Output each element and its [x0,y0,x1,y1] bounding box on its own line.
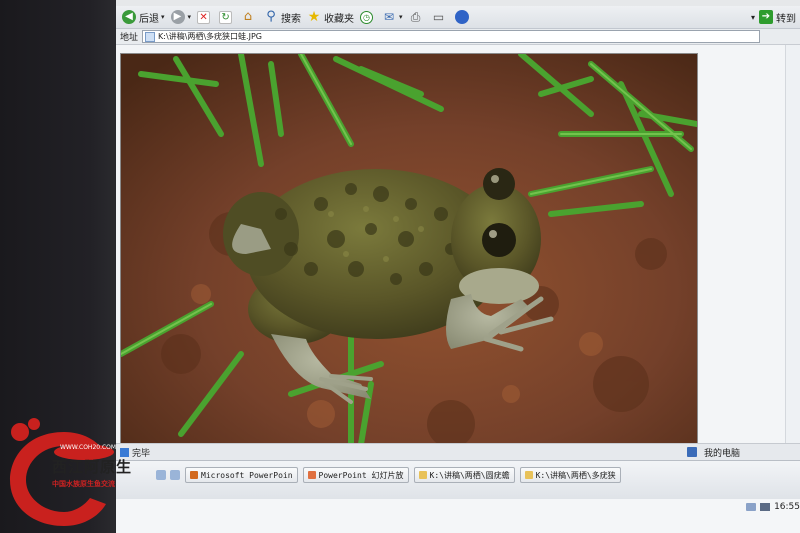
print-button[interactable]: ⎙ [409,10,426,24]
watermark-title: 西江阿原生 [52,458,133,476]
task-label: PowerPoint 幻灯片放 [318,470,404,480]
forward-button[interactable]: ▶ ▾ [170,10,192,24]
chevron-down-icon: ▾ [187,13,192,21]
address-label: 地址 [120,33,139,43]
page-icon [145,31,156,42]
task-label: Microsoft PowerPoin [201,470,293,480]
frog-photo [120,53,698,450]
vertical-scrollbar[interactable] [785,45,800,443]
slideshow-icon [307,471,316,479]
favorites-label: 收藏夹 [324,13,355,25]
chevron-down-icon: ▾ [750,12,755,22]
task-label: K:\讲稿\两栖\多疣狭 [535,470,616,480]
forward-arrow-icon: ▶ [170,10,185,24]
powerpoint-icon [190,471,198,479]
zone-label: 我的电脑 [703,448,740,459]
network-icon[interactable] [746,503,757,511]
folder-icon [524,471,533,479]
history-button[interactable]: ◷ [360,10,376,24]
go-label: 转到 [776,13,796,25]
history-icon: ◷ [360,10,374,24]
go-button[interactable]: ▾ ➔ 转到 [751,10,796,25]
computer-icon [686,447,697,457]
frog-photo-illustration [121,54,697,449]
back-label: 后退 [139,13,159,25]
star-icon: ★ [307,9,321,25]
browser-toolbar: ◀ 后退 ▾ ▶ ▾ ✕ ↻ ⌂ ⚲ 搜索 ★ 收藏夹 ◷ ✉ ▾ ⎙ ▭ ▾ … [116,6,800,29]
edit-button[interactable]: ▭ [432,10,449,24]
stop-icon: ✕ [197,10,211,24]
taskbar-item-slideshow[interactable]: PowerPoint 幻灯片放 [302,467,409,483]
address-value: K:\讲稿\两栖\多疣狭口蛙.JPG [158,32,262,41]
stop-button[interactable]: ✕ [197,10,213,24]
page-content [116,45,800,450]
refresh-icon: ↻ [219,10,233,24]
refresh-button[interactable]: ↻ [219,10,235,24]
back-button[interactable]: ◀ 后退 ▾ [122,10,165,25]
back-arrow-icon: ◀ [122,10,136,24]
taskbar-item-folder-2[interactable]: K:\讲稿\两栖\多疣狭 [519,467,621,483]
system-tray: 16:55 [746,499,800,515]
search-label: 搜索 [281,13,302,25]
messenger-icon [454,10,469,24]
favorites-button[interactable]: ★ 收藏夹 [307,10,354,25]
chevron-down-icon: ▾ [399,13,403,21]
screen: ◀ 后退 ▾ ▶ ▾ ✕ ↻ ⌂ ⚲ 搜索 ★ 收藏夹 ◷ ✉ ▾ ⎙ ▭ ▾ … [116,0,800,533]
mail-button[interactable]: ✉ ▾ [382,10,403,24]
search-button[interactable]: ⚲ 搜索 [264,10,301,25]
taskbar-item-powerpoint[interactable]: Microsoft PowerPoin [185,467,298,483]
taskbar-item-folder-1[interactable]: K:\讲稿\两栖\圆疣蟾 [413,467,515,483]
chevron-down-icon: ▾ [161,13,165,21]
address-bar: 地址 K:\讲稿\两栖\多疣狭口蛙.JPG [116,29,800,45]
folder-icon [418,471,427,479]
volume-icon[interactable] [760,503,771,511]
printer-icon: ⎙ [410,10,421,24]
home-icon: ⌂ [243,9,253,24]
watermark-subtitle: 中国水族原生鱼交流 [52,480,115,488]
watermark-url: WWW.COH20.COM [60,444,117,451]
go-arrow-icon: ➔ [759,10,773,24]
messenger-button[interactable] [454,10,472,24]
home-button[interactable]: ⌂ [241,10,258,24]
clock: 16:55 [774,502,800,512]
mail-icon: ✉ [384,10,395,24]
edit-icon: ▭ [432,10,445,24]
watermark-logo: WWW.COH20.COM 西江阿原生 中国水族原生鱼交流 [4,418,174,530]
task-row: Microsoft PowerPoin PowerPoint 幻灯片放 K:\讲… [116,467,800,483]
task-label: K:\讲稿\两栖\圆疣蟾 [429,470,510,480]
search-icon: ⚲ [266,9,276,24]
taskbar: Microsoft PowerPoin PowerPoint 幻灯片放 K:\讲… [116,460,800,512]
address-input[interactable]: K:\讲稿\两栖\多疣狭口蛙.JPG [142,30,760,43]
status-bar: 完毕 我的电脑 [116,443,800,460]
